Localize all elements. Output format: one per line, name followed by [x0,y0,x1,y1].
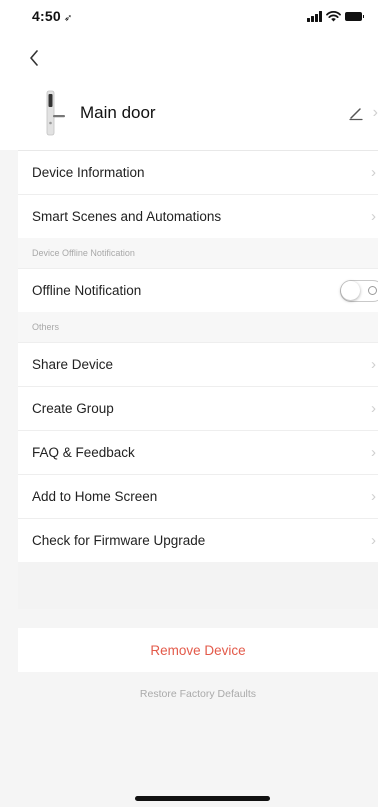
location-arrow-icon: ➶ [63,13,73,24]
toggle-knob [341,281,360,300]
row-label: Offline Notification [32,283,142,298]
row-label: Smart Scenes and Automations [32,209,222,224]
toggle-off-icon [368,286,377,295]
chevron-right-icon: › [371,488,376,505]
chevron-right-icon: › [372,104,378,121]
device-information-row[interactable]: Device Information › [18,150,378,194]
row-label: FAQ & Feedback [32,445,135,460]
section-header-others: Others [18,312,378,342]
create-group-row[interactable]: Create Group › [18,386,378,430]
offline-notification-row: Offline Notification [18,268,378,312]
status-bar: 4:50 ➶ [0,0,378,38]
battery-icon [345,12,364,21]
row-label: Share Device [32,357,114,372]
chevron-right-icon: › [371,164,376,181]
back-button[interactable] [22,46,46,70]
pencil-icon[interactable] [348,105,364,121]
door-lock-icon [46,90,65,136]
offline-notification-toggle[interactable] [340,280,378,302]
status-time: 4:50 ➶ [32,8,72,24]
chevron-right-icon: › [371,532,376,549]
remove-device-button[interactable]: Remove Device [18,628,378,672]
settings-list: Device Information › Smart Scenes and Au… [18,150,378,609]
row-label: Create Group [32,401,114,416]
firmware-upgrade-row[interactable]: Check for Firmware Upgrade › [18,518,378,562]
wifi-icon [326,11,341,22]
top-area: Main door › [0,38,378,150]
remove-device-label: Remove Device [150,642,246,658]
status-icons [307,10,364,22]
add-to-home-screen-row[interactable]: Add to Home Screen › [18,474,378,518]
chevron-right-icon: › [371,444,376,461]
smart-scenes-row[interactable]: Smart Scenes and Automations › [18,194,378,238]
restore-factory-defaults-button[interactable]: Restore Factory Defaults [18,688,378,700]
restore-area: Restore Factory Defaults [18,672,378,807]
chevron-right-icon: › [371,356,376,373]
row-label: Add to Home Screen [32,489,158,504]
chevron-right-icon: › [371,208,376,225]
device-settings-screen: 4:50 ➶ Main door › Device Information › … [0,0,378,807]
home-indicator [135,796,270,801]
share-device-row[interactable]: Share Device › [18,342,378,386]
section-header-offline: Device Offline Notification [18,238,378,268]
device-name: Main door [80,103,156,122]
row-label: Device Information [32,165,145,180]
chevron-left-icon [30,50,38,66]
faq-feedback-row[interactable]: FAQ & Feedback › [18,430,378,474]
chevron-right-icon: › [371,400,376,417]
signal-icon [307,11,322,22]
row-label: Check for Firmware Upgrade [32,533,206,548]
status-time-text: 4:50 [32,8,61,24]
section-spacer [18,562,378,609]
device-header: Main door › [18,90,378,146]
